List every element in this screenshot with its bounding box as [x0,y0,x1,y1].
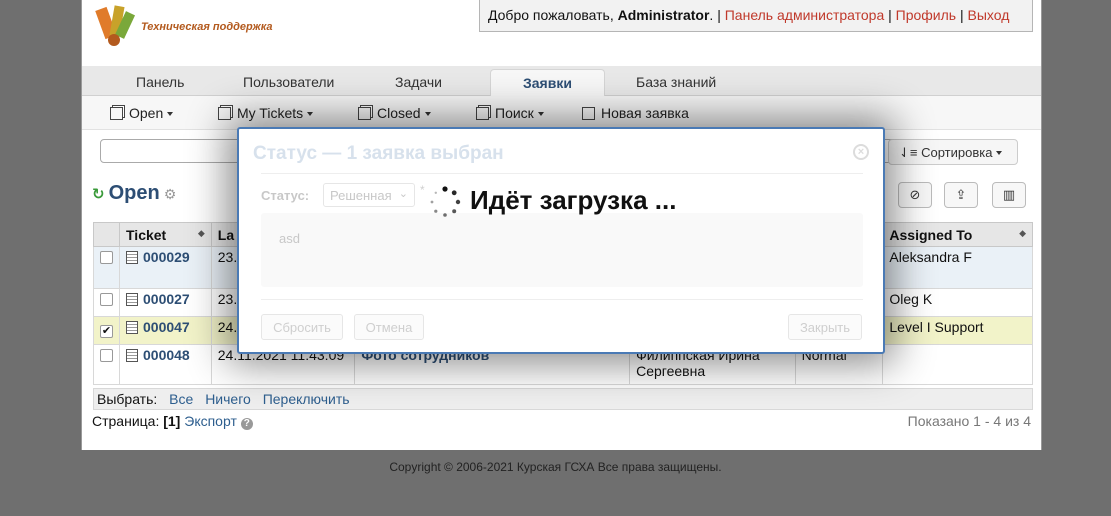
ticket-number[interactable]: 000048 [143,347,190,363]
queue-icon [110,107,123,120]
delete-button[interactable]: ▥ [992,182,1026,208]
dialog-title: Статус — 1 заявка выбран [253,143,504,164]
logout-link[interactable]: Выход [968,7,1010,23]
subnav-search[interactable]: Поиск [476,105,544,121]
tab-tasks[interactable]: Задачи [395,74,442,90]
select-all-link[interactable]: Все [169,391,193,407]
ticket-assignee: Oleg K [882,288,1033,317]
ticket-number[interactable]: 000027 [143,291,190,307]
tab-dashboard[interactable]: Панель [136,74,184,90]
spinner-icon [430,186,461,217]
select-column-header [93,222,120,247]
ticket-assignee [882,344,1033,385]
share-button[interactable]: ⇪ [944,182,978,208]
logo[interactable]: Техническая поддержка [94,4,294,52]
status-select[interactable]: Решенная ⌄ [323,183,415,207]
sort-button[interactable]: ⇃≡ Сортировка [888,139,1018,165]
status-label: Статус: [261,188,310,203]
caret-down-icon [537,112,544,116]
ticket-assignee: Aleksandra F [882,246,1033,289]
username: Administrator [617,7,710,23]
link-button[interactable]: ⊘ [898,182,932,208]
sort-icon: ⇃≡ [899,145,922,160]
caret-down-icon [996,151,1003,155]
note-textarea[interactable]: asd [261,213,863,287]
caret-down-icon [307,112,314,116]
subnav-closed[interactable]: Closed [358,105,431,121]
share-icon: ⇪ [955,187,967,202]
select-none-link[interactable]: Ничего [205,391,251,407]
results-count: Показано 1 - 4 из 4 [907,413,1031,429]
help-icon[interactable]: ? [240,418,253,430]
column-header-ticket[interactable]: Ticket ◆ [119,222,212,247]
reset-button[interactable]: Сбросить [261,314,343,340]
subnav-my-tickets[interactable]: My Tickets [218,105,314,121]
welcome-bar: Добро пожаловать, Administrator. | Панел… [479,0,1033,32]
pagination: Страница: [1] Экспорт ? [92,413,253,430]
select-bar: Выбрать: Все Ничего Переключить [93,388,1033,410]
ticket-icon [126,251,138,264]
close-button[interactable]: Закрыть [788,314,862,340]
sort-icon: ◆ [197,228,205,238]
chevron-down-icon: ⌄ [398,188,408,200]
close-icon[interactable]: × [853,144,869,160]
admin-panel-link[interactable]: Панель администратора [725,7,885,23]
queue-icon [218,107,231,120]
row-checkbox[interactable] [100,349,113,362]
queue-title: ↻ Open ⚙ [92,182,177,204]
caret-down-icon [167,112,174,116]
refresh-icon[interactable]: ↻ [92,186,105,203]
profile-link[interactable]: Профиль [896,7,956,23]
loading-text: Идёт загрузка ... [470,185,677,215]
caret-down-icon [424,112,431,116]
main-nav: Панель Пользователи Задачи Заявки База з… [82,66,1041,97]
tab-tickets[interactable]: Заявки [490,69,605,97]
select-label: Выбрать: [97,391,158,407]
row-checkbox[interactable] [100,293,113,306]
separator: | [888,7,892,23]
ticket-icon [126,349,138,362]
footer-copyright: Copyright © 2006-2021 Курская ГСХА Все п… [389,460,722,474]
new-ticket-icon [582,107,595,120]
ticket-icon [126,321,138,334]
sub-nav: Open My Tickets Closed Поиск Новая заявк… [82,96,1041,130]
separator: | [717,7,721,23]
logo-text: Техническая поддержка [141,21,273,33]
subnav-open[interactable]: Open [110,105,174,121]
queue-icon [358,107,371,120]
gear-icon[interactable]: ⚙ [164,186,177,202]
link-icon: ⊘ [909,187,921,202]
page-label: Страница: [92,413,160,429]
divider [261,299,863,300]
separator: | [959,7,964,23]
subnav-new-ticket[interactable]: Новая заявка [582,105,689,121]
column-header-assigned-to[interactable]: Assigned To ◆ [882,222,1033,247]
tab-users[interactable]: Пользователи [243,74,334,90]
ticket-number[interactable]: 000029 [143,249,190,265]
required-mark: * [420,183,425,197]
sort-icon: ◆ [1019,228,1026,238]
status-dialog: Статус — 1 заявка выбран × Статус: Решен… [237,127,885,354]
export-link[interactable]: Экспорт [184,413,237,429]
divider [261,173,863,174]
ticket-icon [126,293,138,306]
queue-icon [476,107,489,120]
wheat-logo-icon [95,5,136,46]
welcome-prefix: Добро пожаловать, [488,7,614,23]
ticket-number[interactable]: 000047 [143,319,190,335]
select-toggle-link[interactable]: Переключить [263,391,350,407]
trash-icon: ▥ [1002,187,1016,202]
cancel-button[interactable]: Отмена [354,314,424,340]
ticket-assignee: Level I Support [882,316,1033,345]
current-page: [1] [163,413,181,429]
row-checkbox[interactable] [100,251,113,264]
tab-knowledgebase[interactable]: База знаний [636,74,716,90]
row-checkbox-checked[interactable]: ✔ [100,325,113,338]
